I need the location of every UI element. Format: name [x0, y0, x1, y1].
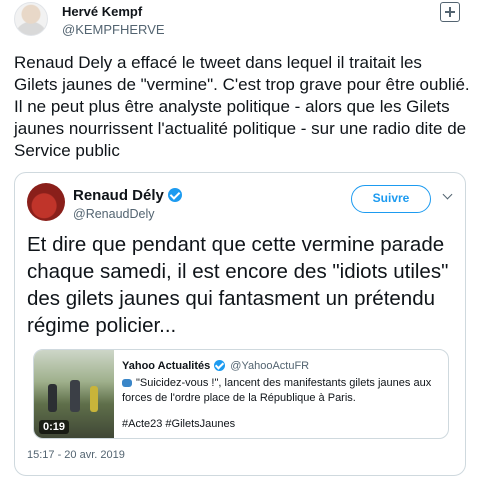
quoted-author-name-row[interactable]: Renaud Dély	[73, 187, 182, 204]
video-thumbnail[interactable]: 0:19	[34, 350, 114, 438]
card-hashtags[interactable]: #Acte23 #GiletsJaunes	[122, 418, 235, 430]
verified-badge-icon	[167, 188, 182, 202]
author-avatar[interactable]	[14, 2, 48, 36]
embedded-tweet-card[interactable]: 0:19 Yahoo Actualités @YahooActuFR "Suic…	[33, 349, 449, 439]
card-text-row: "Suicidez-vous !", lancent des manifesta…	[122, 376, 442, 406]
quoted-tweet[interactable]: Renaud Dély @RenaudDely Suivre Et dire q…	[14, 172, 466, 476]
tweet-timestamp[interactable]: 15:17 - 20 avr. 2019	[27, 449, 125, 461]
card-text: "Suicidez-vous !", lancent des manifesta…	[122, 377, 432, 404]
quoted-author-avatar[interactable]	[27, 183, 65, 221]
verified-badge-icon	[214, 360, 226, 371]
chevron-down-icon[interactable]	[443, 191, 452, 200]
quoted-tweet-text: Et dire que pendant que cette vermine pa…	[27, 233, 449, 337]
thumbnail-figure	[90, 386, 98, 412]
tweet-text: Renaud Dely a effacé le tweet dans leque…	[14, 53, 470, 160]
video-duration: 0:19	[39, 420, 70, 434]
quoted-author-handle[interactable]: @RenaudDely	[73, 207, 154, 221]
add-content-icon[interactable]	[440, 2, 460, 22]
author-handle[interactable]: @KEMPFHERVE	[62, 22, 165, 37]
tweet-header: Hervé Kempf @KEMPFHERVE	[14, 0, 466, 44]
thumbnail-figure	[48, 384, 57, 412]
quoted-author-name[interactable]: Renaud Dély	[73, 187, 164, 204]
author-name[interactable]: Hervé Kempf	[62, 4, 142, 19]
speech-bubble-icon	[122, 379, 132, 387]
card-source-handle[interactable]: @YahooActuFR	[230, 360, 309, 372]
follow-button[interactable]: Suivre	[351, 185, 431, 213]
card-header: Yahoo Actualités @YahooActuFR	[122, 360, 309, 372]
thumbnail-figure	[70, 380, 80, 412]
card-source-name[interactable]: Yahoo Actualités	[122, 360, 210, 372]
